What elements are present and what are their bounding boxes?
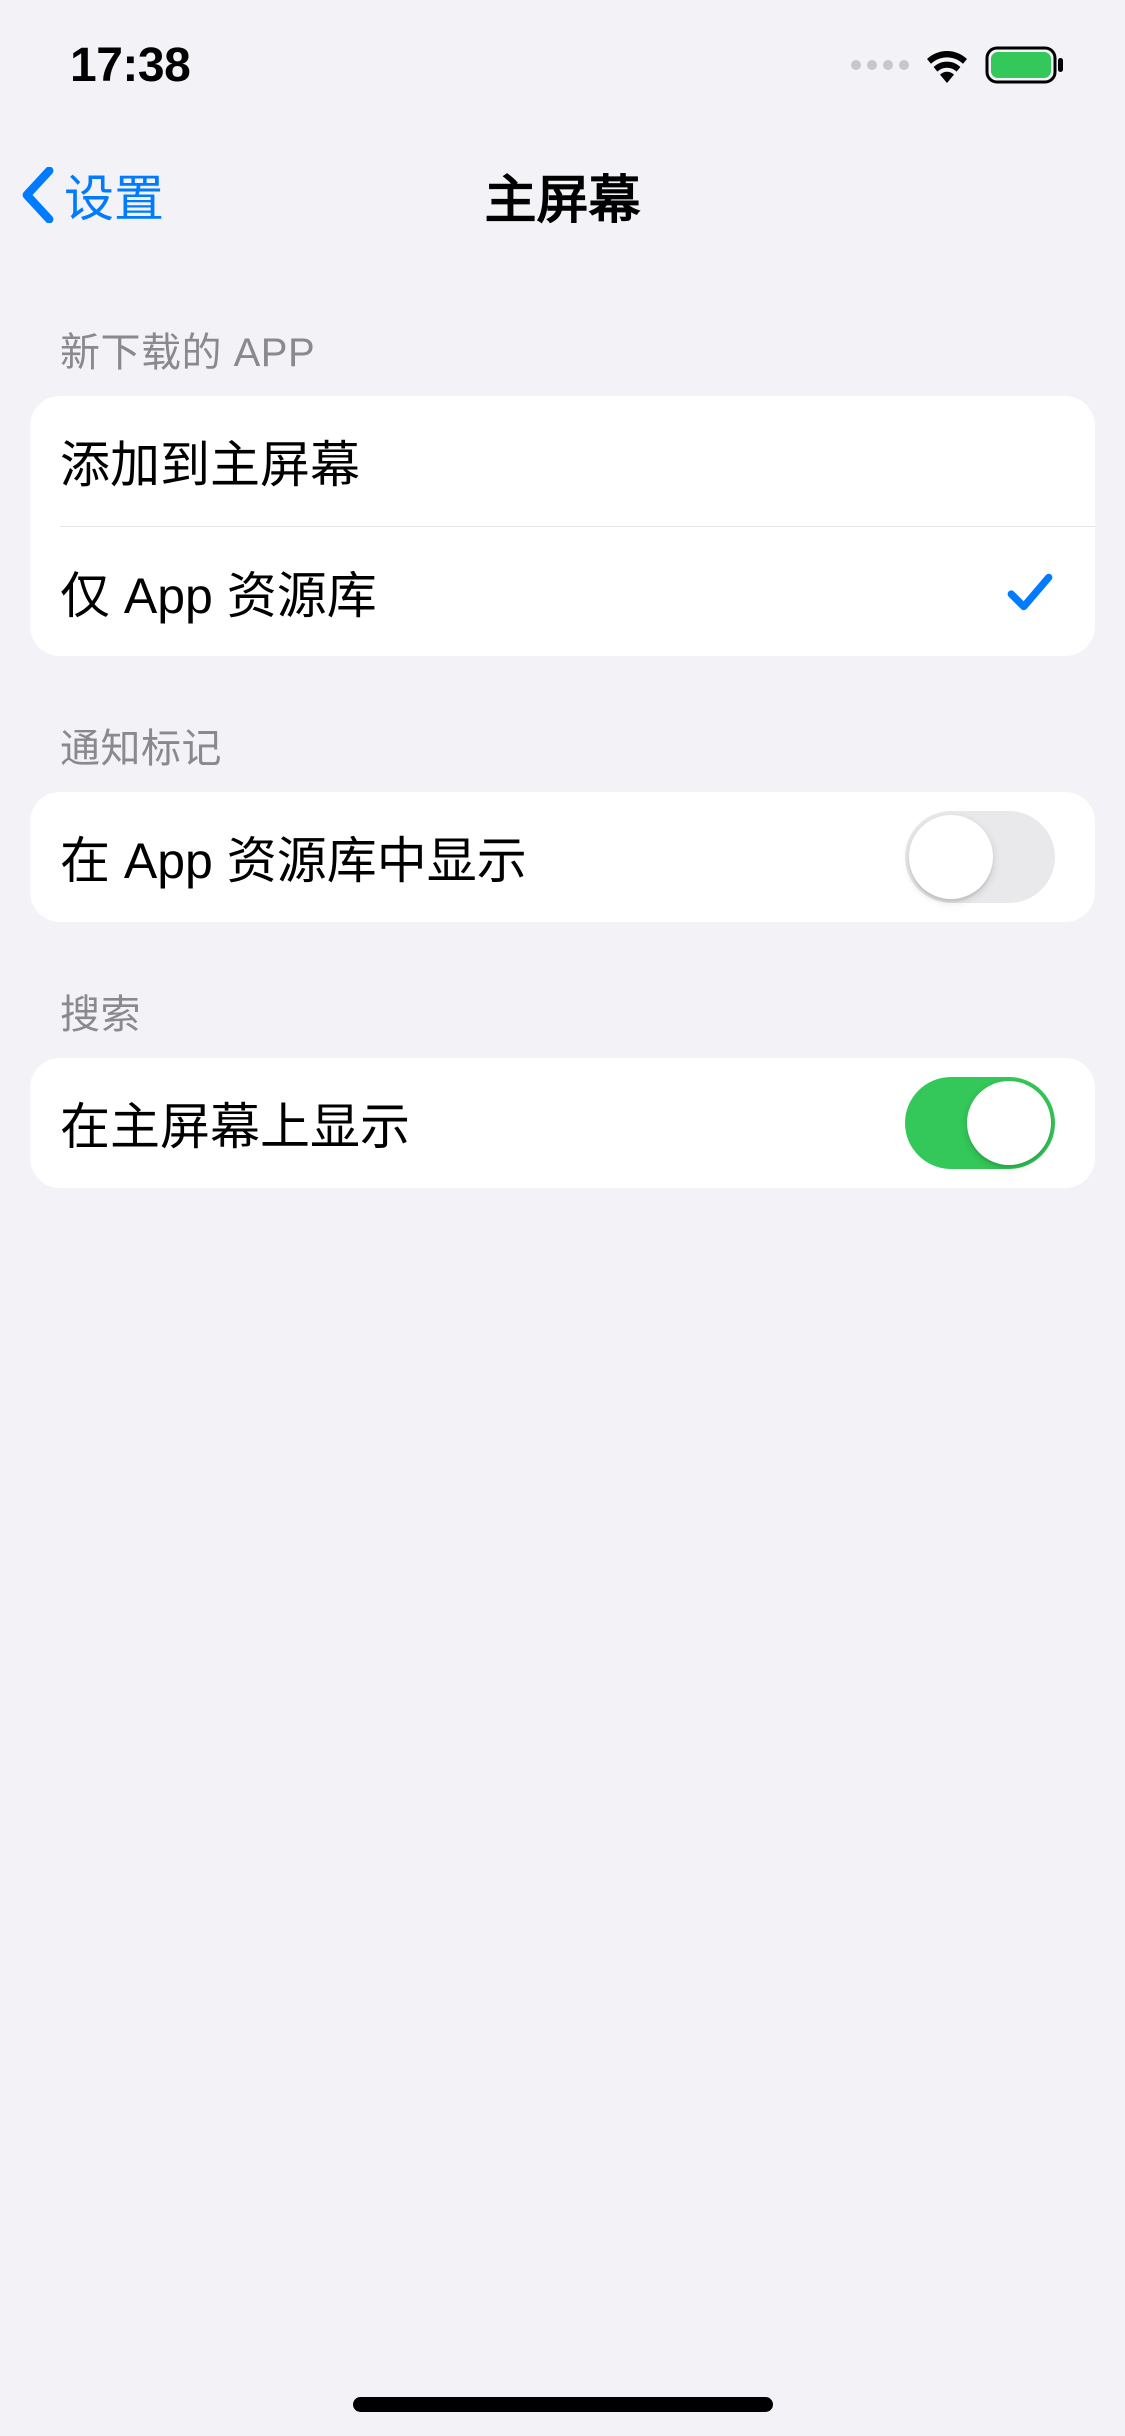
status-bar: 17:38 bbox=[0, 0, 1125, 130]
nav-bar: 设置 主屏幕 bbox=[0, 130, 1125, 260]
group-badges: 在 App 资源库中显示 bbox=[30, 792, 1095, 922]
row-label: 在 App 资源库中显示 bbox=[60, 821, 527, 893]
status-time: 17:38 bbox=[70, 38, 190, 93]
toggle-knob bbox=[909, 815, 993, 899]
content: 新下载的 APP 添加到主屏幕 仅 App 资源库 通知标记 在 App 资源库… bbox=[0, 260, 1125, 1188]
section-header-badges: 通知标记 bbox=[30, 656, 1095, 792]
toggle-show-on-home[interactable] bbox=[905, 1077, 1055, 1169]
option-label: 仅 App 资源库 bbox=[60, 556, 377, 628]
group-search: 在主屏幕上显示 bbox=[30, 1058, 1095, 1188]
row-show-on-home: 在主屏幕上显示 bbox=[30, 1058, 1095, 1188]
section-header-search: 搜索 bbox=[30, 922, 1095, 1058]
cellular-signal-icon bbox=[851, 60, 909, 70]
option-label: 添加到主屏幕 bbox=[60, 425, 360, 497]
back-button[interactable]: 设置 bbox=[20, 159, 164, 231]
chevron-left-icon bbox=[20, 167, 56, 223]
back-label: 设置 bbox=[64, 159, 164, 231]
battery-icon bbox=[985, 46, 1065, 84]
row-show-in-app-library: 在 App 资源库中显示 bbox=[30, 792, 1095, 922]
option-app-library-only[interactable]: 仅 App 资源库 bbox=[60, 526, 1095, 656]
status-indicators bbox=[851, 46, 1065, 84]
checkmark-icon bbox=[1005, 567, 1055, 617]
group-new-apps: 添加到主屏幕 仅 App 资源库 bbox=[30, 396, 1095, 656]
toggle-knob bbox=[967, 1081, 1051, 1165]
wifi-icon bbox=[923, 47, 971, 83]
section-header-new-apps: 新下载的 APP bbox=[30, 260, 1095, 396]
toggle-show-in-app-library[interactable] bbox=[905, 811, 1055, 903]
home-indicator[interactable] bbox=[353, 2397, 773, 2412]
row-label: 在主屏幕上显示 bbox=[60, 1087, 410, 1159]
option-add-to-home[interactable]: 添加到主屏幕 bbox=[30, 396, 1095, 526]
page-title: 主屏幕 bbox=[484, 158, 640, 233]
